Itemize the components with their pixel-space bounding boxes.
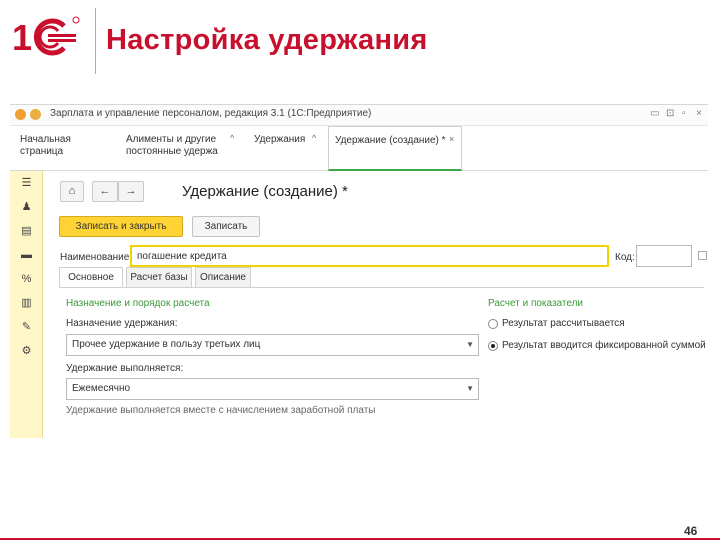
- slide: 1 Настройка удержания Зарплата и управле…: [0, 0, 720, 540]
- staff-icon[interactable]: ♟: [20, 201, 33, 214]
- section-calc-heading: Расчет и показатели: [488, 298, 584, 309]
- tab-close-icon[interactable]: ×: [449, 133, 454, 145]
- radio-fixed-amount[interactable]: [488, 341, 498, 351]
- radio-calculated-label: Результат рассчитывается: [502, 318, 625, 329]
- main-menu-icon[interactable]: ☰: [20, 177, 33, 190]
- tab-base-calc[interactable]: Расчет базы: [126, 267, 192, 288]
- bell-icon[interactable]: ▭: [650, 108, 659, 119]
- tab-divider: [59, 287, 704, 288]
- reports-icon[interactable]: ▥: [20, 297, 33, 310]
- save-and-close-button[interactable]: Записать и закрыть: [59, 216, 183, 237]
- svg-text:1: 1: [12, 17, 32, 58]
- tab-label: Удержания: [254, 134, 306, 145]
- frequency-select[interactable]: Ежемесячно ▼: [66, 378, 479, 400]
- taxes-icon[interactable]: %: [20, 273, 33, 286]
- app-icon[interactable]: [15, 109, 26, 120]
- section-purpose-heading: Назначение и порядок расчета: [66, 298, 210, 309]
- settings-wrench-icon[interactable]: ✎: [20, 321, 33, 334]
- page-number: 46: [684, 524, 698, 538]
- tab-label: Начальная страница: [20, 134, 71, 157]
- tab-close-icon[interactable]: ^: [230, 132, 234, 144]
- tab-close-icon[interactable]: ^: [312, 132, 316, 144]
- purpose-label: Назначение удержания:: [66, 318, 178, 329]
- menu-icon[interactable]: [30, 109, 41, 120]
- home-button[interactable]: ⌂: [60, 181, 84, 202]
- tab-description[interactable]: Описание: [195, 267, 251, 288]
- app-window: Зарплата и управление персоналом, редакц…: [10, 104, 708, 438]
- code-label: Код:: [615, 252, 635, 263]
- name-input[interactable]: погашение кредита: [130, 245, 609, 267]
- code-more-icon[interactable]: [698, 251, 707, 260]
- tab-deductions[interactable]: Удержания ^: [248, 126, 324, 171]
- radio-fixed-amount-label: Результат вводится фиксированной суммой: [502, 340, 706, 351]
- forward-button[interactable]: →: [118, 181, 144, 202]
- window-titlebar: Зарплата и управление персоналом, редакц…: [10, 105, 708, 126]
- frequency-label: Удержание выполняется:: [66, 363, 184, 374]
- slide-title: Настройка удержания: [106, 24, 428, 56]
- purpose-select[interactable]: Прочее удержание в пользу третьих лиц ▼: [66, 334, 479, 356]
- frequency-hint: Удержание выполняется вместе с начислени…: [66, 405, 376, 416]
- form-area: ⌂ ← → Удержание (создание) * Записать и …: [44, 171, 708, 438]
- purpose-value: Прочее удержание в пользу третьих лиц: [72, 339, 261, 350]
- save-button[interactable]: Записать: [192, 216, 260, 237]
- open-windows-bar: Начальная страница Алименты и другие пос…: [10, 126, 708, 171]
- window-title: Зарплата и управление персоналом, редакц…: [50, 108, 372, 119]
- sections-sidebar: ☰ ♟ ▤ ▬ % ▥ ✎ ⚙: [10, 171, 43, 438]
- name-label: Наименование:: [60, 252, 133, 263]
- payments-icon[interactable]: ▬: [20, 249, 33, 262]
- close-icon[interactable]: ×: [696, 108, 702, 119]
- radio-calculated[interactable]: [488, 319, 498, 329]
- chevron-down-icon[interactable]: ▼: [466, 384, 474, 393]
- history-icon[interactable]: ⊡: [666, 108, 674, 119]
- tab-label: Алименты и другие постоянные удержа: [126, 134, 218, 157]
- header-divider: [95, 8, 96, 74]
- frequency-value: Ежемесячно: [72, 383, 131, 394]
- admin-gear-icon[interactable]: ⚙: [20, 345, 33, 358]
- tab-label: Удержание (создание) *: [335, 135, 446, 146]
- tab-deduction-create[interactable]: Удержание (создание) * ×: [328, 126, 462, 171]
- 1c-logo: 1: [12, 16, 80, 58]
- payroll-icon[interactable]: ▤: [20, 225, 33, 238]
- back-button[interactable]: ←: [92, 181, 118, 202]
- code-input[interactable]: [636, 245, 692, 267]
- minimize-icon[interactable]: ▫: [682, 108, 686, 119]
- chevron-down-icon[interactable]: ▼: [466, 340, 474, 349]
- tab-alimony[interactable]: Алименты и другие постоянные удержа ^: [120, 126, 242, 171]
- tab-home[interactable]: Начальная страница: [14, 126, 116, 171]
- tab-main[interactable]: Основное: [59, 267, 123, 288]
- form-title: Удержание (создание) *: [182, 183, 348, 200]
